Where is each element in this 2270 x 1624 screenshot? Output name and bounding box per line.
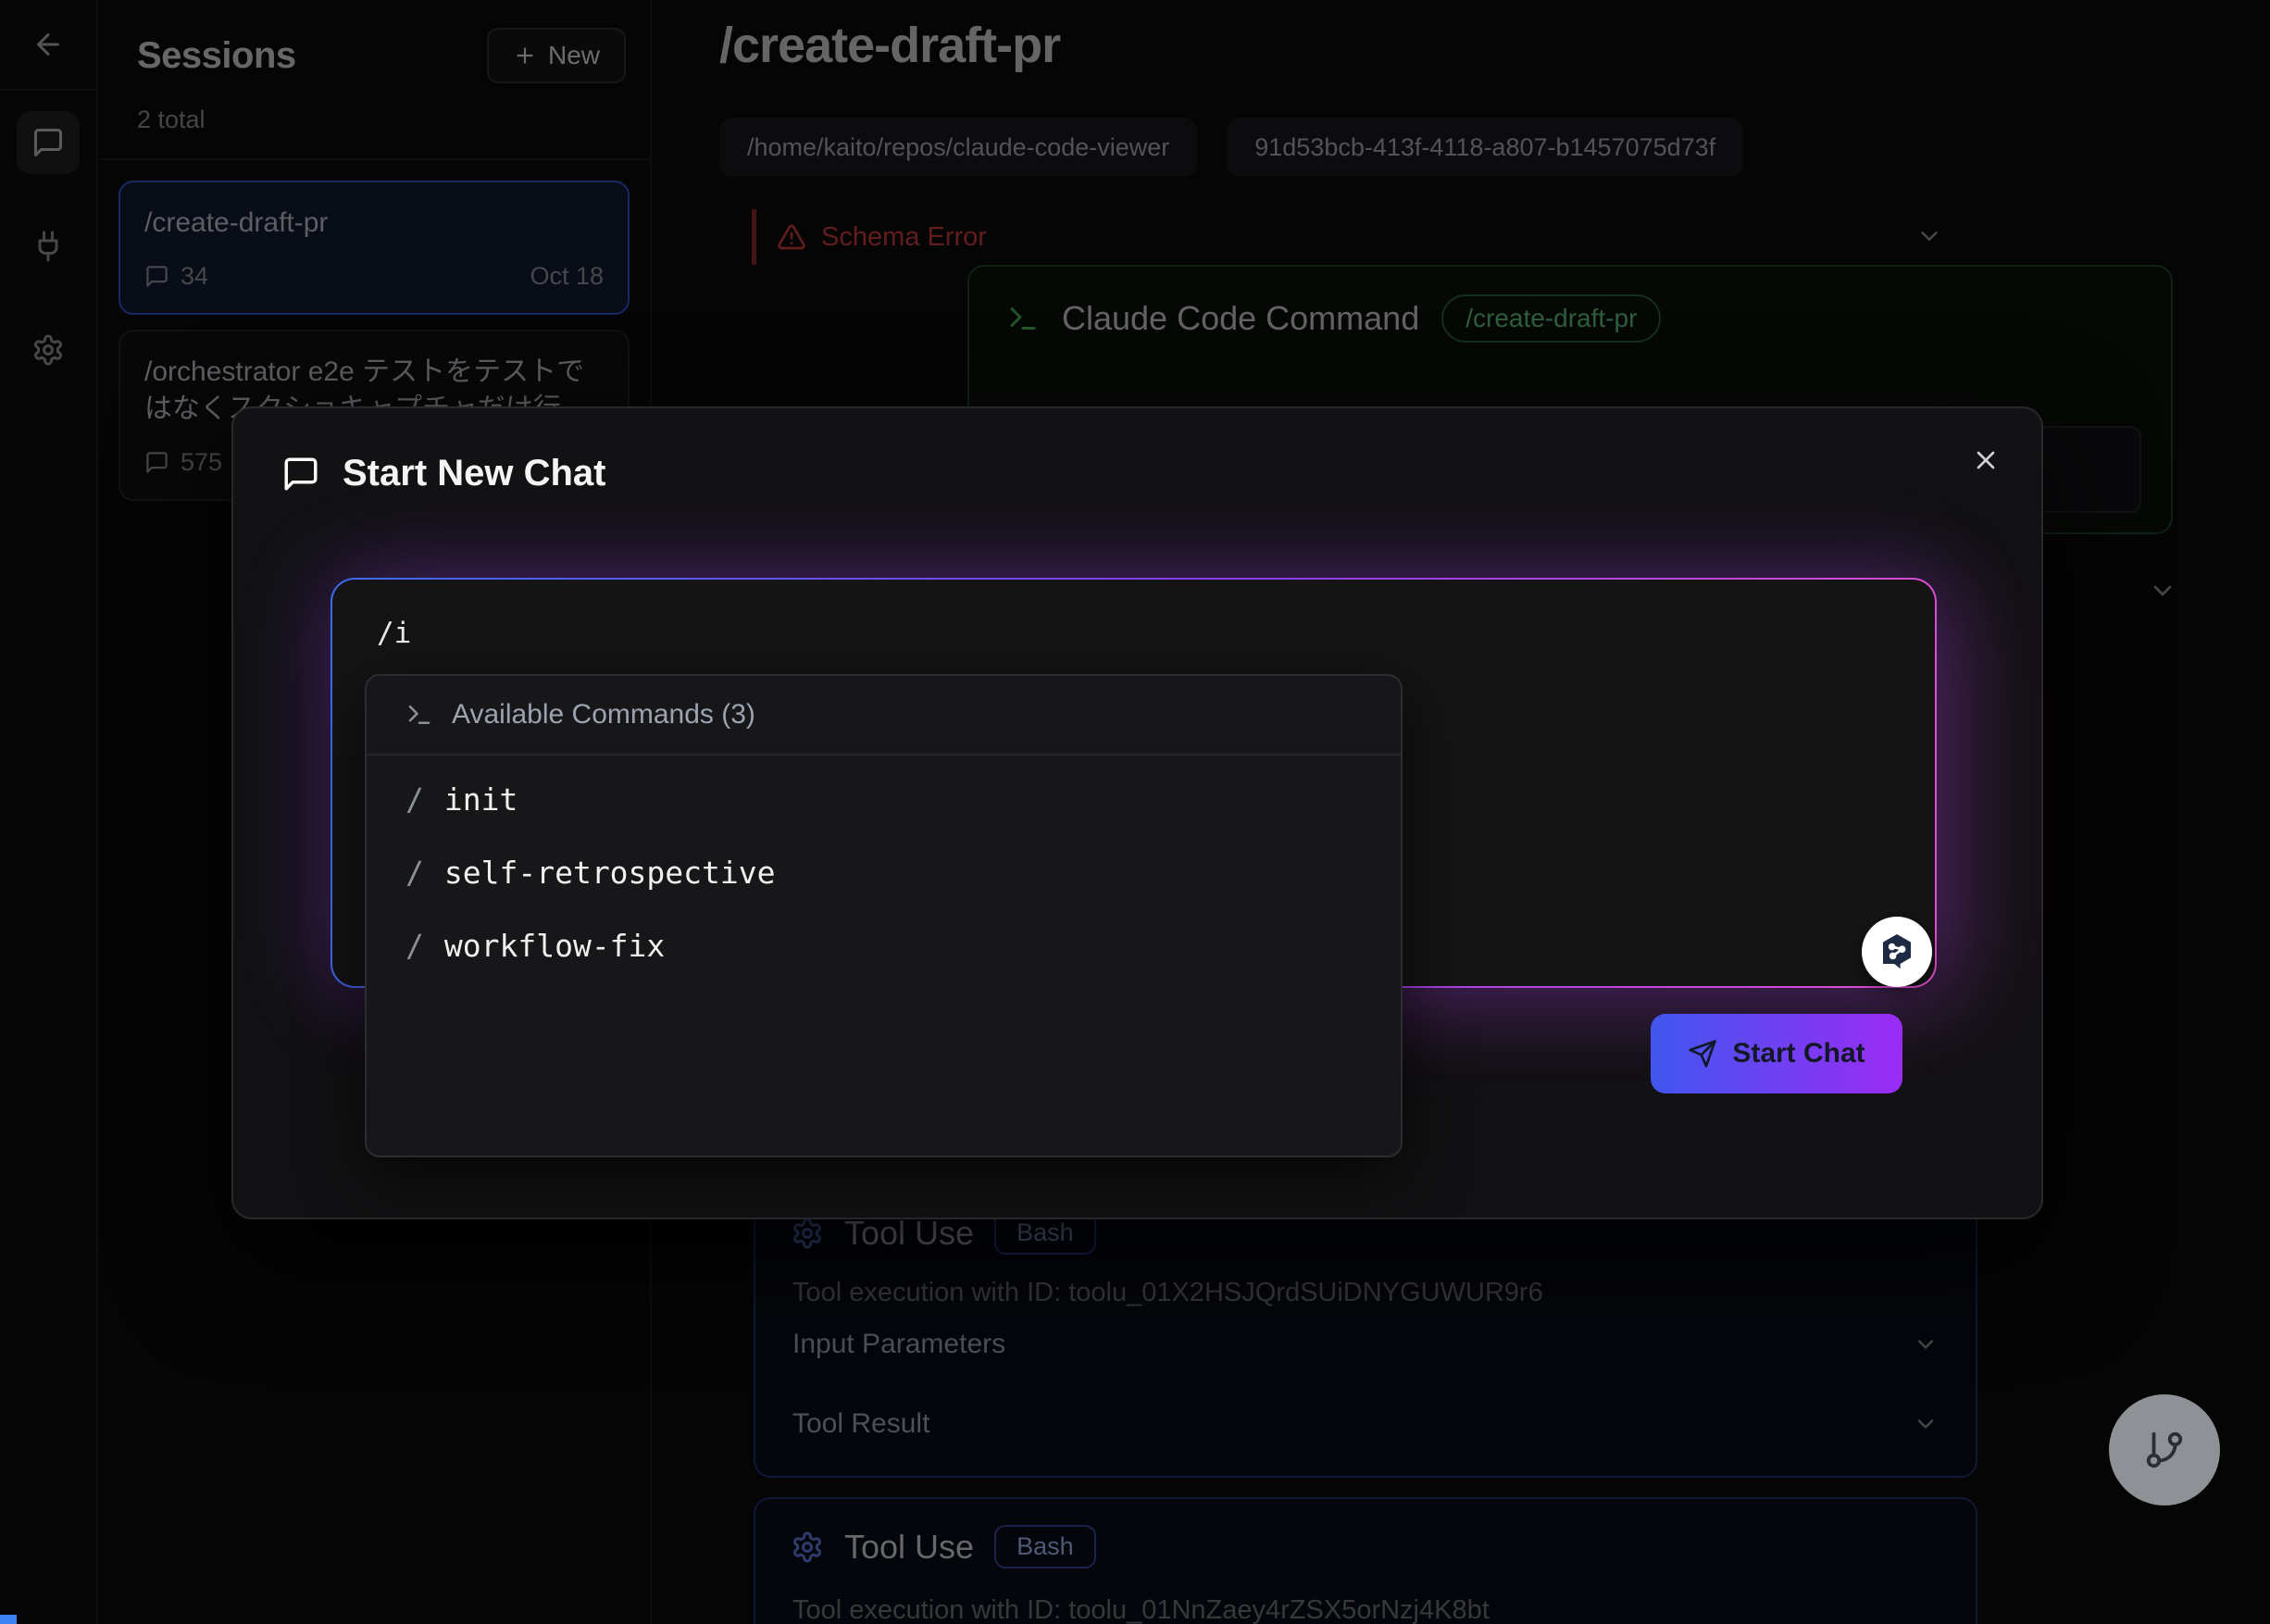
message-input-value: /i xyxy=(377,617,411,650)
send-icon xyxy=(1688,1039,1717,1068)
modal-title: Start New Chat xyxy=(343,453,606,494)
app-window: Sessions New 2 total /create-draft-pr 34… xyxy=(0,0,2270,1624)
chat-bubble-icon xyxy=(281,455,320,493)
command-option-self-retrospective[interactable]: / self-retrospective xyxy=(367,836,1401,909)
available-commands-header: Available Commands (3) xyxy=(452,699,755,731)
browser-extension-button[interactable] xyxy=(1862,917,1932,987)
start-chat-button[interactable]: Start Chat xyxy=(1651,1014,1902,1093)
command-autocomplete-dropdown: Available Commands (3) / init / self-ret… xyxy=(365,674,1403,1157)
command-option-workflow-fix[interactable]: / workflow-fix xyxy=(367,909,1401,982)
command-option-init[interactable]: / init xyxy=(367,763,1401,836)
corner-accent-strip xyxy=(0,1615,17,1624)
close-icon xyxy=(1971,445,2001,475)
git-branch-floating-button[interactable] xyxy=(2109,1394,2220,1505)
terminal-icon xyxy=(405,701,433,729)
start-chat-label: Start Chat xyxy=(1732,1038,1865,1069)
git-branch-icon xyxy=(2143,1429,2186,1471)
extension-chat-logo-icon xyxy=(1875,930,1919,974)
close-button[interactable] xyxy=(1971,445,2001,475)
start-new-chat-modal: Start New Chat /i Available Commands (3)… xyxy=(231,406,2043,1219)
